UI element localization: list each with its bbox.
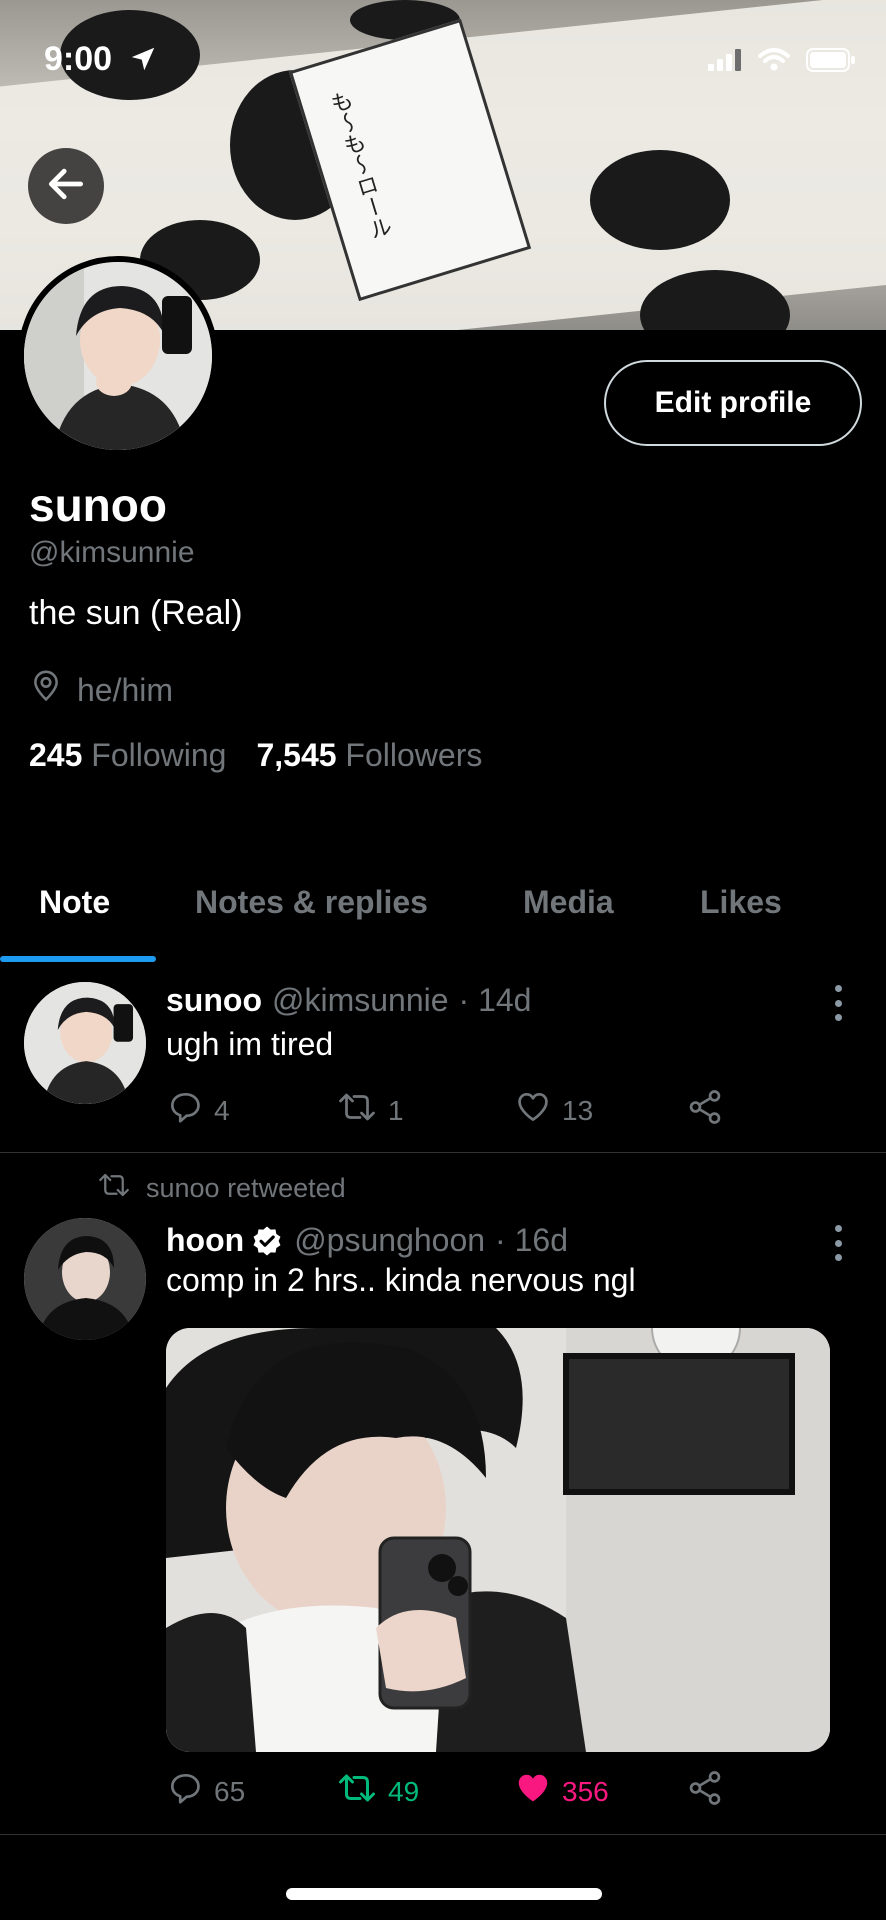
tweet-actions: 4 1 13 (166, 1088, 766, 1138)
like-button[interactable]: 356 (514, 1769, 609, 1814)
tab-likes[interactable]: Likes (700, 884, 782, 921)
share-button[interactable] (686, 1769, 724, 1814)
avatar-photo (24, 1218, 146, 1340)
retweet-icon (336, 1088, 378, 1133)
retweet-context: sunoo retweeted (96, 1170, 346, 1207)
like-button[interactable]: 13 (514, 1088, 593, 1133)
tweet-header: hoon @psunghoon · 16d (166, 1222, 568, 1259)
tweet-text: ugh im tired (166, 1026, 334, 1062)
avatar-photo (24, 262, 212, 450)
tweet-time: · 16d (495, 1222, 568, 1258)
status-time: 9:00 (44, 40, 113, 78)
wifi-icon (758, 48, 790, 77)
back-button[interactable] (28, 148, 104, 224)
profile-location: he/him (29, 668, 173, 712)
retweet-icon (96, 1170, 132, 1207)
more-options-icon[interactable] (828, 1225, 848, 1261)
reply-icon (166, 1769, 204, 1814)
profile-handle: @kimsunnie (29, 536, 195, 569)
edit-profile-button[interactable]: Edit profile (604, 360, 862, 446)
reply-button[interactable]: 65 (166, 1769, 245, 1814)
share-icon (686, 1769, 724, 1814)
tweet-time: · 14d (458, 982, 532, 1018)
tweet-actions: 65 49 356 (166, 1769, 766, 1819)
profile-avatar[interactable] (18, 256, 218, 456)
battery-icon (806, 48, 856, 77)
location-pin-icon (29, 668, 63, 712)
tweet-author-name[interactable]: hoon (166, 1222, 244, 1259)
share-button[interactable] (686, 1088, 724, 1133)
like-count: 356 (562, 1775, 609, 1807)
media-photo (166, 1328, 830, 1752)
profile-display-name: sunoo (29, 479, 167, 531)
active-tab-indicator (0, 956, 156, 962)
tweet-text: comp in 2 hrs.. kinda nervous ngl (166, 1262, 636, 1298)
retweet-count: 1 (388, 1094, 404, 1126)
status-bar: 9:00 (0, 0, 886, 120)
signal-icon (708, 49, 742, 76)
verified-badge-icon (250, 1224, 284, 1258)
tweet-divider (0, 1152, 886, 1153)
retweet-count: 49 (388, 1775, 420, 1807)
tab-note[interactable]: Note (39, 884, 110, 921)
like-count: 13 (562, 1094, 594, 1126)
reply-button[interactable]: 4 (166, 1088, 230, 1133)
tweet-author-handle[interactable]: @kimsunnie (272, 982, 449, 1019)
share-icon (686, 1088, 724, 1133)
followers-label: Followers (345, 737, 483, 773)
banner-spot (590, 150, 730, 250)
home-indicator[interactable] (286, 1888, 602, 1900)
followers-link[interactable]: 7,545 Followers (256, 737, 482, 774)
retweet-button[interactable]: 49 (336, 1769, 419, 1814)
reply-count: 65 (214, 1775, 246, 1807)
more-options-icon[interactable] (828, 985, 848, 1021)
tweet-header: sunoo @kimsunnie · 14d (166, 982, 531, 1019)
tweet-divider (0, 1834, 886, 1835)
status-icons (708, 48, 856, 77)
following-label: Following (91, 737, 227, 773)
tweet-author-handle[interactable]: @psunghoon (294, 1222, 485, 1259)
tweet-avatar[interactable] (24, 982, 146, 1104)
following-count: 245 (29, 737, 83, 773)
reply-count: 4 (214, 1094, 230, 1126)
location-text: he/him (77, 671, 174, 708)
reply-icon (166, 1088, 204, 1133)
retweet-icon (336, 1769, 378, 1814)
follow-stats: 245 Following 7,545 Followers (29, 737, 482, 774)
location-arrow-icon (128, 44, 158, 79)
heart-filled-icon (514, 1769, 552, 1814)
tweet-media-image[interactable] (166, 1328, 830, 1752)
avatar-photo (24, 982, 146, 1104)
tweet-avatar[interactable] (24, 1218, 146, 1340)
profile-bio: the sun (Real) (29, 594, 243, 632)
heart-icon (514, 1088, 552, 1133)
followers-count: 7,545 (256, 737, 337, 773)
retweet-button[interactable]: 1 (336, 1088, 404, 1133)
tab-notes-replies[interactable]: Notes & replies (195, 884, 428, 921)
tab-media[interactable]: Media (523, 884, 614, 921)
arrow-left-icon (44, 162, 88, 211)
profile-tabs: Note Notes & replies Media Likes (0, 870, 886, 962)
following-link[interactable]: 245 Following (29, 737, 226, 774)
tweet-author-name[interactable]: sunoo (166, 982, 262, 1019)
retweet-context-text[interactable]: sunoo retweeted (146, 1173, 346, 1204)
